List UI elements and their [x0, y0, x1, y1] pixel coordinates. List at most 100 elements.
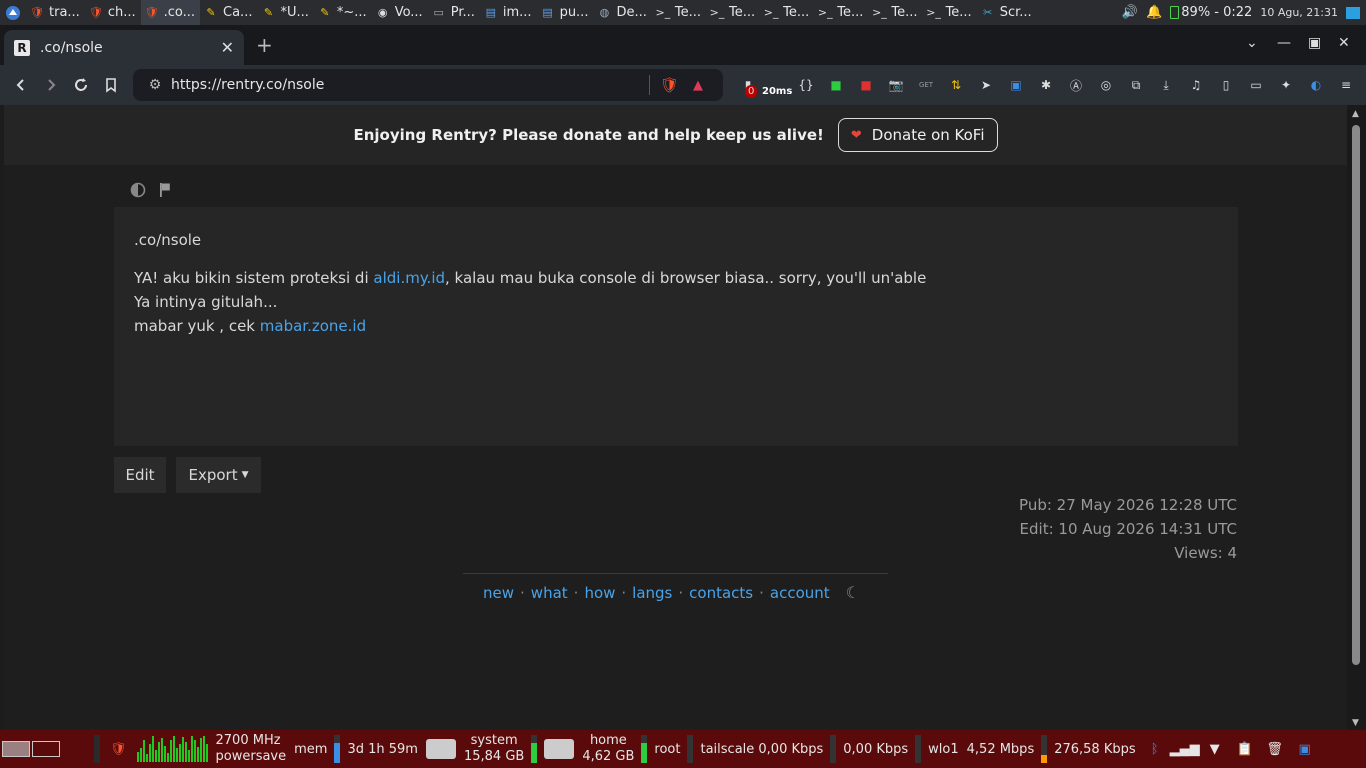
taskbar-task[interactable]: ◉ Vo... — [372, 0, 428, 25]
taskbar-task[interactable]: >_ Te... — [706, 0, 760, 25]
home-label: home — [589, 733, 627, 748]
new-tab-button[interactable]: + — [256, 33, 273, 57]
heart-icon: ❤ — [850, 127, 862, 143]
workspace-1[interactable] — [2, 741, 30, 757]
mem-bar — [334, 735, 341, 763]
tab-search-chevron-icon[interactable]: ⌄ — [1246, 35, 1258, 51]
footer-link-what[interactable]: what — [531, 584, 568, 602]
extensions-puzzle-icon[interactable]: ⧉ — [1126, 75, 1146, 95]
extension-blue-icon[interactable]: ▣ — [1006, 75, 1026, 95]
extension-badge-count: 0 — [745, 85, 758, 98]
show-desktop-icon[interactable] — [1346, 6, 1360, 19]
workspace-3[interactable] — [62, 741, 90, 757]
cpu-graph-bar — [169, 740, 172, 762]
extension-camera-icon[interactable]: 📷 — [886, 75, 906, 95]
forward-arrow-icon — [48, 79, 56, 91]
footer-link-account[interactable]: account — [770, 584, 830, 602]
task-label: Scr... — [999, 5, 1032, 20]
window-close-icon[interactable]: ✕ — [1338, 35, 1350, 51]
menu-hamburger-icon[interactable]: ≡ — [1336, 75, 1356, 95]
taskbar-task[interactable]: >_ Te... — [923, 0, 977, 25]
os-bottom-panel: 🛡 2700 MHz powersave mem 3d 1h 59m syste… — [0, 730, 1366, 768]
terminal-icon: >_ — [763, 6, 779, 19]
footer-link-contacts[interactable]: contacts — [689, 584, 753, 602]
clock[interactable]: 10 Agu, 21:31 — [1260, 6, 1338, 19]
scrollbar-thumb[interactable] — [1352, 125, 1360, 665]
scroll-up-icon[interactable]: ▲ — [1352, 109, 1359, 119]
taskbar-task[interactable]: 🛡 ch... — [85, 0, 141, 25]
extension-a-icon[interactable]: Ⓐ — [1066, 75, 1086, 95]
taskbar-task[interactable]: 🛡 tra... — [26, 0, 85, 25]
extension-json-icon[interactable]: {} — [796, 75, 816, 95]
forward-button[interactable] — [36, 70, 66, 100]
tab-close-icon[interactable]: ✕ — [221, 38, 234, 57]
taskbar-task[interactable]: ▭ Pr... — [428, 0, 480, 25]
dark-mode-moon-icon[interactable]: ☾ — [846, 583, 860, 602]
footer-link-new[interactable]: new — [483, 584, 514, 602]
extension-getcrx-icon[interactable]: GET — [916, 75, 936, 95]
scroll-down-icon[interactable]: ▼ — [1352, 718, 1359, 728]
extension-yellow-icon[interactable]: ⇅ — [946, 75, 966, 95]
taskbar-task[interactable]: ✎ *~... — [314, 0, 372, 25]
taskbar-task[interactable]: ✎ Ca... — [200, 0, 257, 25]
address-bar[interactable]: ⚙ 🛡 ▲ — [133, 69, 723, 101]
edit-button[interactable]: Edit — [114, 457, 166, 493]
taskbar-task[interactable]: 🛡 .co... — [140, 0, 201, 25]
taskbar-task[interactable]: >_ Te... — [760, 0, 814, 25]
back-button[interactable] — [6, 70, 36, 100]
extension-green-icon[interactable]: ■ — [826, 75, 846, 95]
battery-indicator[interactable]: 89% - 0:22 — [1170, 5, 1252, 20]
extension-circle-icon[interactable]: ◎ — [1096, 75, 1116, 95]
clipboard-icon[interactable]: 📋 — [1236, 740, 1254, 758]
theme-contrast-icon[interactable] — [130, 182, 146, 198]
minimize-icon[interactable]: — — [1277, 35, 1291, 51]
brave-shields-icon[interactable]: 🛡 — [660, 76, 679, 94]
os-top-taskbar: 🛡 tra... 🛡 ch... 🛡 .co... ✎ Ca... ✎ *U... ✎ *~... ◉ V… — [0, 0, 1366, 25]
taskbar-task[interactable]: ✂ Scr... — [977, 0, 1037, 25]
report-flag-icon[interactable] — [158, 182, 172, 198]
extension-bug-icon[interactable]: ✱ — [1036, 75, 1056, 95]
page-scrollbar[interactable]: ▲ ▼ — [1347, 105, 1366, 730]
workspace-2[interactable] — [32, 741, 60, 757]
footer-link-how[interactable]: how — [584, 584, 615, 602]
leo-ai-icon[interactable]: ✦ — [1276, 75, 1296, 95]
wifi-icon[interactable]: ▼ — [1206, 740, 1224, 758]
footer-link-langs[interactable]: langs — [632, 584, 672, 602]
mabar-link[interactable]: mabar.zone.id — [260, 317, 366, 335]
donate-kofi-button[interactable]: ❤ Donate on KoFi — [837, 118, 998, 152]
export-dropdown-button[interactable]: Export ▼ — [176, 457, 261, 493]
taskbar-task[interactable]: >_ Te... — [652, 0, 706, 25]
taskbar-task[interactable]: ▤ im... — [480, 0, 537, 25]
downloads-icon[interactable]: ⤓ — [1156, 75, 1176, 95]
site-info-icon[interactable]: ⚙ — [141, 77, 169, 93]
display-icon[interactable]: ▣ — [1296, 740, 1314, 758]
reload-button[interactable] — [66, 70, 96, 100]
brave-rewards-icon[interactable]: ▲ — [693, 78, 703, 93]
volume-icon[interactable]: 🔊 — [1122, 5, 1138, 20]
tab-active[interactable]: R .co/nsole ✕ — [4, 30, 244, 65]
taskbar-task[interactable]: >_ Te... — [814, 0, 868, 25]
donation-banner: Enjoying Rentry? Please donate and help … — [4, 105, 1347, 165]
extension-red-icon[interactable]: ■ — [856, 75, 876, 95]
app-launcher-button[interactable] — [0, 0, 26, 25]
media-music-icon[interactable]: ♫ — [1186, 75, 1206, 95]
bookmark-button[interactable] — [96, 70, 126, 100]
notification-bell-icon[interactable]: 🔔 — [1146, 5, 1162, 20]
maximize-icon[interactable]: ▣ — [1308, 35, 1321, 51]
taskbar-task[interactable]: >_ Te... — [868, 0, 922, 25]
trash-icon[interactable]: 🗑 — [1266, 740, 1284, 758]
extension-cursor-icon[interactable]: ➤ — [976, 75, 996, 95]
profile-icon[interactable]: ◐ — [1306, 75, 1326, 95]
line1-suffix: , kalau mau buka console di browser bias… — [445, 269, 927, 287]
taskbar-task[interactable]: ◍ De... — [593, 0, 651, 25]
url-input[interactable] — [171, 77, 641, 93]
brave-icon[interactable]: 🛡 — [110, 742, 127, 757]
aldi-link[interactable]: aldi.my.id — [373, 269, 445, 287]
footer-divider — [463, 573, 888, 574]
bluetooth-icon[interactable]: ᛒ — [1146, 740, 1164, 758]
taskbar-task[interactable]: ▤ pu... — [537, 0, 594, 25]
wallet-icon[interactable]: ▭ — [1246, 75, 1266, 95]
taskbar-task[interactable]: ✎ *U... — [257, 0, 313, 25]
sidebar-toggle-icon[interactable]: ▯ — [1216, 75, 1236, 95]
signal-icon[interactable]: ▂▄▆ — [1170, 740, 1200, 758]
